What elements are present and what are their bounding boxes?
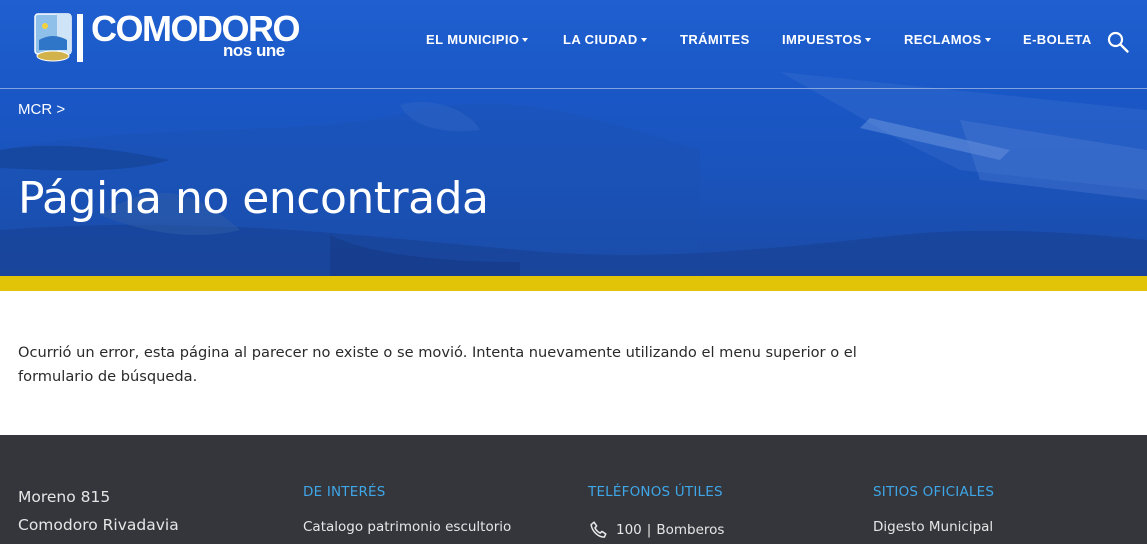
footer-heading: TELÉFONOS ÚTILES bbox=[588, 484, 723, 500]
footer-column-telefonos: TELÉFONOS ÚTILES 100 | Bomberos bbox=[588, 483, 724, 542]
address-line: Moreno 815 bbox=[18, 488, 111, 506]
page-title: Página no encontrada bbox=[18, 173, 489, 224]
chevron-down-icon bbox=[864, 38, 871, 42]
footer-link[interactable]: Catalogo patrimonio escultorio bbox=[303, 518, 511, 536]
site-logo[interactable]: COMODORO nos une bbox=[33, 10, 303, 66]
site-footer: Moreno 815 Comodoro Rivadavia DE INTERÉS… bbox=[0, 435, 1147, 544]
nav-label: IMPUESTOS bbox=[782, 32, 862, 47]
nav-label: RECLAMOS bbox=[904, 32, 982, 47]
phone-separator: | bbox=[646, 522, 652, 538]
nav-el-municipio[interactable]: EL MUNICIPIO bbox=[426, 31, 529, 49]
breadcrumb[interactable]: MCR > bbox=[18, 100, 65, 120]
nav-la-ciudad[interactable]: LA CIUDAD bbox=[563, 31, 647, 49]
logo-subtitle: nos une bbox=[223, 41, 285, 60]
footer-column-de-interes: DE INTERÉS Catalogo patrimonio escultori… bbox=[303, 483, 511, 536]
chevron-down-icon bbox=[522, 38, 529, 42]
phone-entry[interactable]: 100 | Bomberos bbox=[588, 518, 724, 542]
footer-heading: DE INTERÉS bbox=[303, 484, 386, 500]
phone-number: 100 bbox=[616, 522, 642, 538]
nav-label: TRÁMITES bbox=[680, 32, 750, 47]
nav-label: LA CIUDAD bbox=[563, 32, 638, 47]
chevron-down-icon bbox=[984, 38, 991, 42]
nav-e-boleta[interactable]: E-BOLETA bbox=[1023, 31, 1092, 49]
footer-link[interactable]: Digesto Municipal bbox=[873, 518, 994, 536]
city-shield-icon bbox=[34, 13, 83, 62]
nav-impuestos[interactable]: IMPUESTOS bbox=[782, 31, 871, 49]
nav-label: EL MUNICIPIO bbox=[426, 32, 520, 47]
footer-address: Moreno 815 Comodoro Rivadavia bbox=[18, 483, 179, 539]
phone-icon bbox=[590, 521, 607, 538]
footer-column-sitios: SITIOS OFICIALES Digesto Municipal bbox=[873, 483, 994, 536]
nav-reclamos[interactable]: RECLAMOS bbox=[904, 31, 991, 49]
footer-heading: SITIOS OFICIALES bbox=[873, 484, 995, 500]
chevron-down-icon bbox=[640, 38, 647, 42]
accent-band bbox=[0, 276, 1147, 291]
nav-tramites[interactable]: TRÁMITES bbox=[680, 31, 750, 49]
error-message: Ocurrió un error, esta página al parecer… bbox=[18, 344, 857, 385]
site-header: COMODORO nos une EL MUNICIPIO LA CIUDAD … bbox=[0, 0, 1147, 89]
nav-label: E-BOLETA bbox=[1023, 32, 1092, 47]
address-line: Comodoro Rivadavia bbox=[18, 516, 179, 534]
phone-label: Bomberos bbox=[656, 522, 725, 538]
search-icon[interactable] bbox=[1106, 30, 1130, 54]
